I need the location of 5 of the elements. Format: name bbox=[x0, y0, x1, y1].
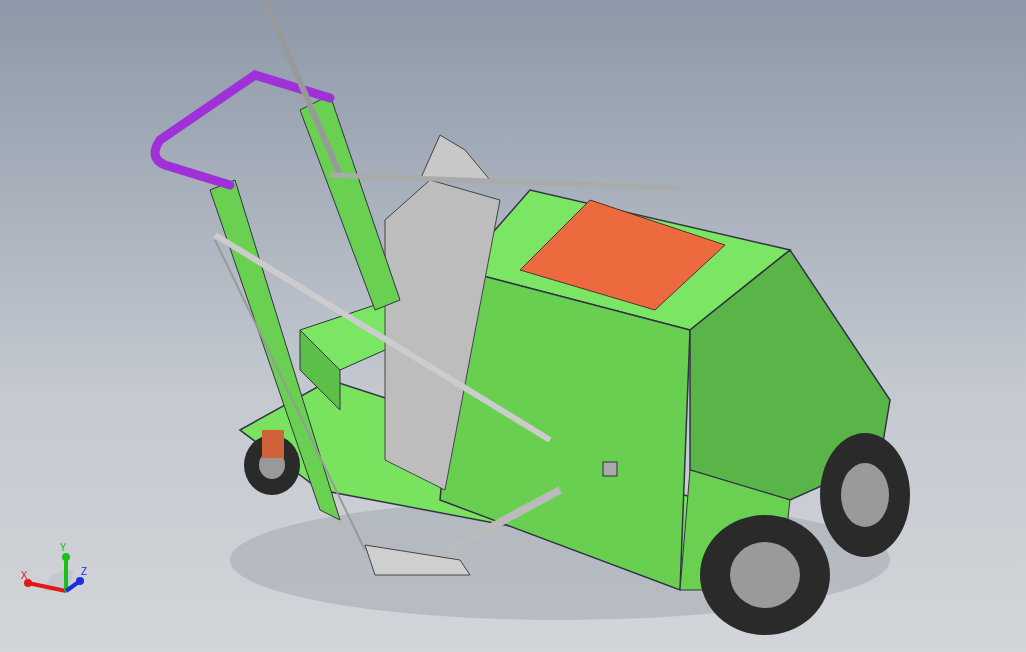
model-viewport[interactable]: X Y Z bbox=[0, 0, 1026, 652]
axis-label: Y bbox=[59, 542, 67, 553]
triad-plane bbox=[44, 570, 74, 591]
axis-label: X bbox=[20, 570, 28, 581]
axis-label: Z bbox=[80, 566, 88, 577]
